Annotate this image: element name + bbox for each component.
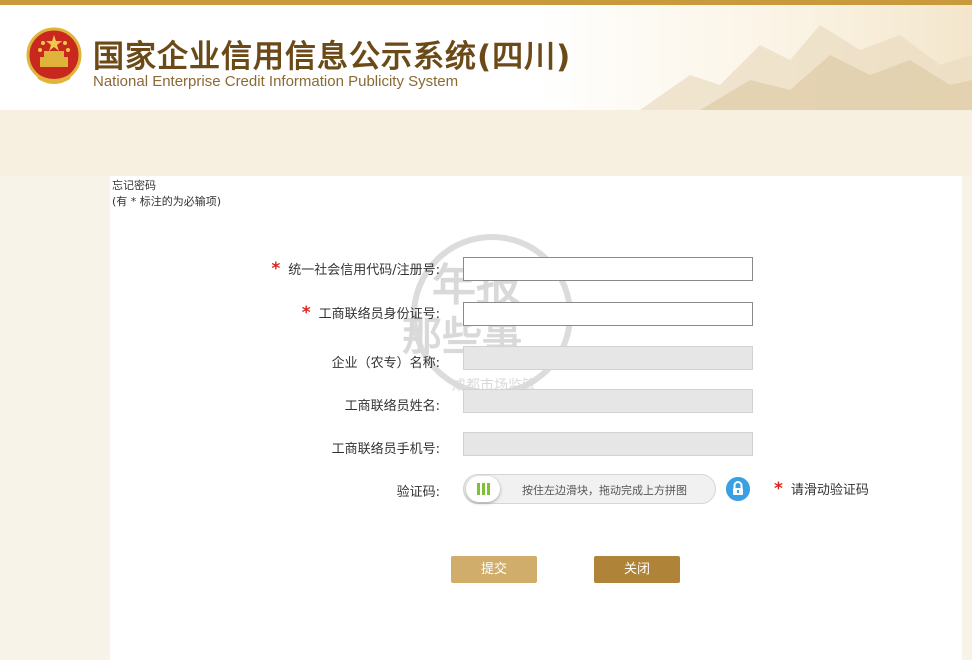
label-contact-name: 工商联络员姓名: [344, 399, 440, 414]
label-contact-id: * 工商联络员身份证号: [302, 303, 440, 323]
page-title: 忘记密码 [112, 179, 156, 192]
label-credit-code: * 统一社会信用代码/注册号: [271, 259, 440, 279]
form-panel [110, 176, 962, 660]
lock-icon [726, 477, 750, 501]
contact-name-input [463, 389, 753, 413]
label-credit-code-text: 统一社会信用代码/注册号: [288, 263, 440, 278]
label-contact-id-text: 工商联络员身份证号: [318, 307, 440, 322]
label-enterprise-name: 企业（农专）名称: [331, 356, 440, 371]
page-heading: 忘记密码 (有 * 标注的为必输项) [112, 178, 221, 210]
credit-code-input[interactable] [463, 257, 753, 281]
required-asterisk: * [301, 303, 311, 323]
submit-button[interactable]: 提交 [451, 556, 537, 583]
required-note: (有 * 标注的为必输项) [112, 195, 222, 208]
slider-handle[interactable] [466, 476, 500, 502]
close-button[interactable]: 关闭 [594, 556, 680, 583]
header-band [0, 110, 972, 176]
contact-id-input[interactable] [463, 302, 753, 326]
label-contact-phone: 工商联络员手机号: [331, 442, 440, 457]
required-asterisk: * [271, 259, 281, 279]
captcha-hint: * 请滑动验证码 [774, 479, 869, 499]
site-header: 国家企业信用信息公示系统(四川) National Enterprise Cre… [0, 5, 972, 110]
header-mountain-decoration [640, 25, 972, 110]
captcha-slider[interactable]: 按住左边滑块，拖动完成上方拼图 [463, 474, 716, 504]
slider-instruction: 按住左边滑块，拖动完成上方拼图 [522, 484, 687, 497]
label-captcha: 验证码: [396, 485, 440, 500]
required-asterisk: * [774, 479, 783, 499]
contact-phone-input [463, 432, 753, 456]
site-title-cn: 国家企业信用信息公示系统(四川) [93, 39, 572, 75]
enterprise-name-input [463, 346, 753, 370]
captcha-hint-text: 请滑动验证码 [790, 483, 869, 498]
national-emblem-icon [26, 27, 82, 84]
site-title-en: National Enterprise Credit Information P… [93, 73, 459, 90]
